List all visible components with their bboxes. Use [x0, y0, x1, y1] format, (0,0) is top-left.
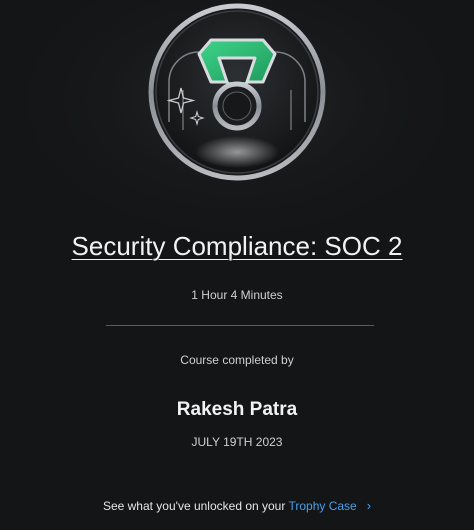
badge-graphic — [148, 3, 326, 181]
divider — [106, 325, 374, 326]
learner-name: Rakesh Patra — [176, 399, 298, 420]
trophy-case-link[interactable]: Trophy Case — [288, 499, 356, 513]
trophy-badge-icon — [147, 2, 327, 182]
certificate-page: Security Compliance: SOC 2 1 Hour 4 Minu… — [0, 0, 474, 530]
trophy-case-prompt: See what you've unlocked on your Trophy … — [0, 498, 474, 514]
completion-date: JULY 19TH 2023 — [191, 435, 283, 449]
trophy-case-prefix: See what you've unlocked on your — [102, 499, 289, 513]
course-title[interactable]: Security Compliance: SOC 2 — [0, 226, 474, 266]
course-duration: 1 Hour 4 Minutes — [191, 288, 283, 302]
chevron-right-icon[interactable]: › — [367, 498, 371, 514]
completed-by-label: Course completed by — [180, 353, 294, 367]
